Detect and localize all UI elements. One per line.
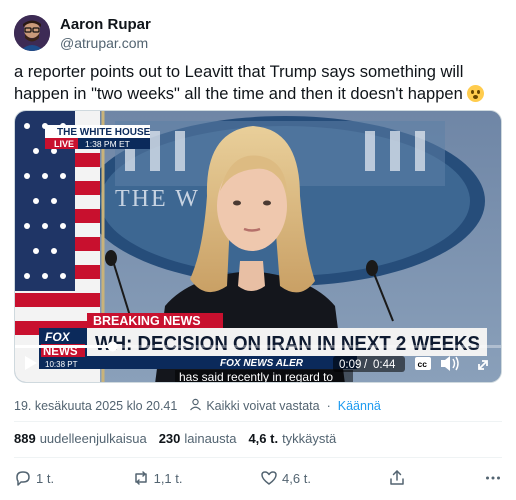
video-progress-handle [107, 341, 118, 352]
tweet-card: Aaron Rupar @atrupar.com a reporter poin… [0, 0, 516, 500]
share-button[interactable] [388, 469, 406, 487]
reposts-stat[interactable]: 889 uudelleenjulkaisua [14, 431, 147, 446]
like-button[interactable]: 4,6 t. [260, 469, 311, 487]
author-handle[interactable]: @atrupar.com [60, 34, 151, 52]
reply-button[interactable]: 1 t. [14, 469, 54, 487]
timestamp[interactable]: 19. kesäkuuta 2025 klo 20.41 [14, 399, 177, 413]
video-progress-fill [15, 345, 113, 348]
tweet-meta: 19. kesäkuuta 2025 klo 20.41 Kaikki voiv… [14, 398, 381, 414]
likes-label: tykkäystä [282, 431, 337, 446]
tweet-text: a reporter points out to Leavitt that Tr… [14, 61, 509, 105]
engagement-stats: 889 uudelleenjulkaisua 230 lainausta 4,6 t… [14, 431, 348, 446]
reposts-label: uudelleenjulkaisua [39, 431, 147, 446]
cc-label: cc [418, 359, 428, 369]
headline: WH: DECISION ON IRAN IN NEXT 2 WEEKS [95, 333, 480, 355]
quotes-label: lainausta [184, 431, 237, 446]
video-frame: THE W OUSE THE WHITE HOUSE LIVE 1:38 PM … [15, 111, 501, 383]
likes-count: 4,6 t. [248, 431, 279, 446]
more-options-button[interactable] [484, 469, 502, 487]
bug-time: 1:38 PM ET [85, 139, 130, 149]
avatar[interactable] [14, 15, 50, 51]
person-icon [189, 398, 202, 414]
share-icon [390, 470, 405, 485]
ticker: FOX NEWS ALER [220, 358, 304, 369]
repost-button[interactable]: 1,1 t. [132, 469, 183, 487]
caption-text: has said recently in regard to [179, 370, 333, 383]
reply-icon [16, 471, 30, 486]
meta-separator: · [326, 399, 331, 413]
likes-stat[interactable]: 4,6 t. tykkäystä [248, 431, 336, 446]
flushed-face-emoji-icon [467, 85, 485, 102]
quotes-count: 230 [158, 431, 181, 446]
reply-count: 1 t. [36, 470, 55, 486]
reply-setting: Kaikki voivat vastata [206, 399, 320, 413]
live-label: LIVE [54, 139, 74, 149]
breaking-label: BREAKING NEWS [93, 314, 201, 328]
duration: 0:44 [373, 359, 396, 371]
bug-title: THE WHITE HOUSE [57, 127, 151, 138]
translate-link[interactable]: Käännä [338, 399, 381, 413]
repost-icon [134, 471, 147, 485]
logo-time: 10:38 PT [45, 360, 78, 369]
tweet-header: Aaron Rupar @atrupar.com [14, 13, 151, 53]
repost-count: 1,1 t. [153, 470, 183, 486]
action-bar: 1 t. 1,1 t. 4,6 t. [14, 466, 502, 490]
current-time: 0:09 [339, 359, 361, 371]
reposts-count: 889 [14, 431, 36, 446]
video-player[interactable]: THE W OUSE THE WHITE HOUSE LIVE 1:38 PM … [14, 110, 502, 383]
tweet-body: a reporter points out to Leavitt that Tr… [14, 63, 464, 103]
divider [14, 457, 502, 458]
divider [14, 421, 502, 422]
logo-line1: FOX [45, 330, 71, 344]
quotes-stat[interactable]: 230 lainausta [159, 431, 237, 446]
more-icon [485, 476, 500, 480]
author-name[interactable]: Aaron Rupar [60, 15, 151, 34]
heart-icon [261, 471, 277, 485]
author-names: Aaron Rupar @atrupar.com [60, 15, 151, 52]
like-count: 4,6 t. [282, 470, 311, 486]
